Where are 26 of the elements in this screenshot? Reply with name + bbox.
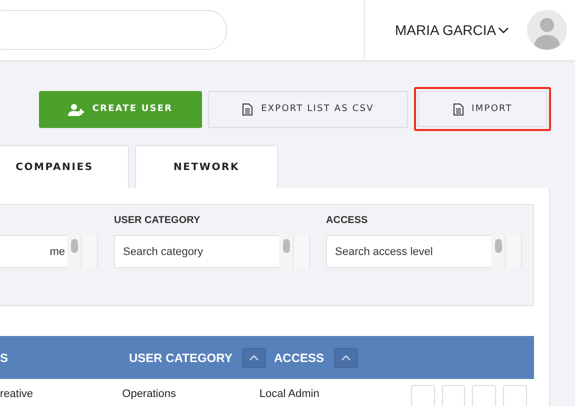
caret-up-icon xyxy=(341,354,352,360)
search-field[interactable]: Search category xyxy=(114,235,310,268)
filter-label: ACCESS xyxy=(326,215,369,228)
document-icon xyxy=(452,102,464,116)
sort-button[interactable] xyxy=(242,348,266,368)
document-icon xyxy=(242,102,254,116)
add-user-icon xyxy=(68,102,84,116)
search-field[interactable]: Search access level xyxy=(326,235,522,268)
column-header: USER CATEGORY xyxy=(129,350,232,364)
filter-label: USER CATEGORY xyxy=(114,215,202,228)
column-header: ACCESS xyxy=(274,350,324,364)
caret-up-icon xyxy=(249,354,260,360)
action-button[interactable]: IMPORT xyxy=(414,87,551,131)
table-cell-text: Operations xyxy=(122,388,177,400)
action-button[interactable]: EXPORT LIST AS CSV xyxy=(208,90,408,128)
avatar-icon[interactable] xyxy=(527,10,568,50)
tab[interactable]: COMPANIES xyxy=(0,145,129,188)
chevron-down-icon xyxy=(498,26,510,34)
user-menu[interactable]: MARIA GARCIA xyxy=(395,22,510,38)
sort-button[interactable] xyxy=(334,348,358,368)
tab[interactable]: NETWORK xyxy=(135,145,278,188)
search-field[interactable]: me xyxy=(0,235,98,268)
column-header: S xyxy=(0,350,8,364)
search-field[interactable] xyxy=(0,10,227,50)
table-cell-text: reative xyxy=(0,388,34,400)
table-cell-text: Local Admin xyxy=(259,388,320,400)
